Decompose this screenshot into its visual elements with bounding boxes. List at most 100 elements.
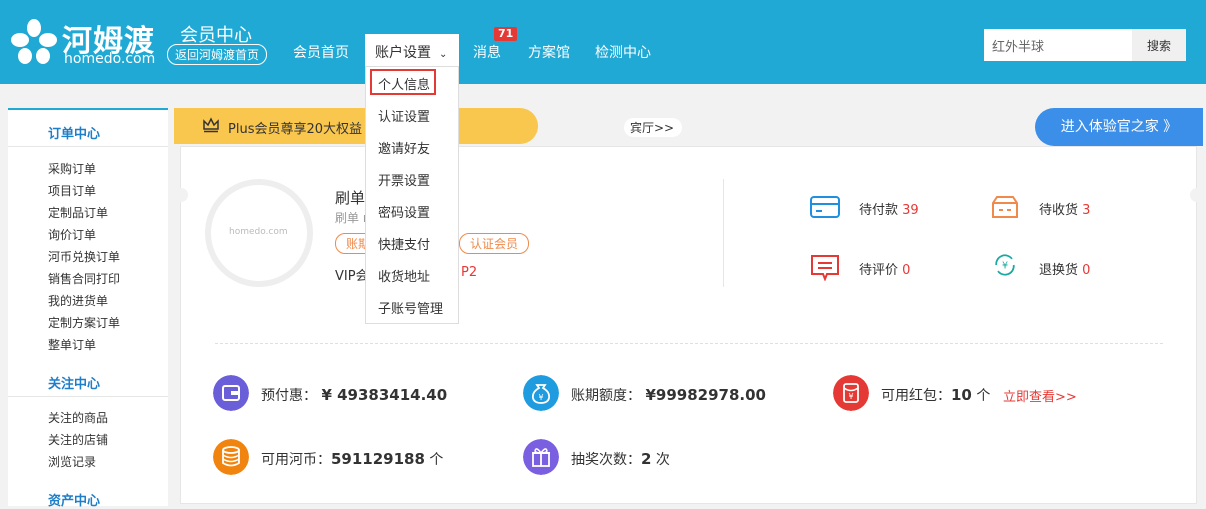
menu-item-certification[interactable]: 认证设置 xyxy=(378,106,430,125)
divider xyxy=(8,396,168,397)
left-sidebar: 订单中心 采购订单 项目订单 定制品订单 询价订单 河币兑换订单 销售合同打印 … xyxy=(8,108,168,509)
prepay-value: ¥ 49383414.40 xyxy=(321,386,448,404)
sidebar-item-contract-print[interactable]: 销售合同打印 xyxy=(48,270,120,287)
menu-item-sub-accounts[interactable]: 子账号管理 xyxy=(378,298,443,317)
back-home-link[interactable]: 返回河姆渡首页 xyxy=(167,44,268,65)
lottery-value: 2 xyxy=(641,450,652,468)
vip-label: VIP会 xyxy=(335,269,369,284)
pending-receipt-label: 待收货 xyxy=(1039,203,1079,218)
card-icon xyxy=(810,196,840,218)
plus-hall-link[interactable]: 宾厅>> xyxy=(624,118,683,137)
divider xyxy=(723,179,724,287)
experience-officer-button[interactable]: 进入体验官之家 》 xyxy=(1035,108,1203,146)
nav-solutions[interactable]: 方案馆 xyxy=(528,42,570,62)
red-packet-label: 可用红包： xyxy=(881,388,951,404)
red-packet-stat: 可用红包：10 个 xyxy=(881,385,990,405)
lottery-stat: 抽奖次数：2 次 xyxy=(571,449,670,469)
coins-label: 可用河币： xyxy=(261,452,331,468)
red-packet-value: 10 xyxy=(951,386,972,404)
pending-review-status[interactable]: 待评价 0 xyxy=(859,259,910,278)
card-notch-right xyxy=(1190,188,1204,202)
pending-receipt-status[interactable]: 待收货 3 xyxy=(1039,199,1090,218)
orders-center-title[interactable]: 订单中心 xyxy=(48,123,100,142)
sidebar-item-purchase-orders[interactable]: 采购订单 xyxy=(48,160,96,177)
menu-item-shipping-address[interactable]: 收货地址 xyxy=(378,266,430,285)
prepay-stat: 预付惠： ¥ 49383414.40 xyxy=(261,385,447,405)
nav-testing-center[interactable]: 检测中心 xyxy=(595,42,651,62)
search-input[interactable] xyxy=(984,29,1132,61)
assets-center-title[interactable]: 资产中心 xyxy=(48,490,100,509)
follow-center-title[interactable]: 关注中心 xyxy=(48,373,100,392)
crown-icon xyxy=(203,117,219,133)
nav-account-label: 账户设置 xyxy=(375,45,431,61)
messages-count-badge: 71 xyxy=(494,27,518,41)
sidebar-item-custom-plan-orders[interactable]: 定制方案订单 xyxy=(48,314,120,331)
divider xyxy=(8,146,168,147)
red-packet-icon: ¥ xyxy=(833,375,869,411)
avatar-placeholder-text: homedo.com xyxy=(229,227,288,237)
pending-review-count: 0 xyxy=(902,263,911,278)
menu-item-personal-info[interactable]: 个人信息 xyxy=(378,74,430,93)
pending-receipt-count: 3 xyxy=(1082,203,1091,218)
sidebar-item-project-orders[interactable]: 项目订单 xyxy=(48,182,96,199)
search-button[interactable]: 搜索 xyxy=(1132,29,1186,61)
sidebar-item-custom-orders[interactable]: 定制品订单 xyxy=(48,204,108,221)
menu-item-quick-pay[interactable]: 快捷支付 xyxy=(378,234,430,253)
coins-icon xyxy=(213,439,249,475)
sidebar-item-followed-products[interactable]: 关注的商品 xyxy=(48,409,108,426)
menu-item-invoice-settings[interactable]: 开票设置 xyxy=(378,170,430,189)
sidebar-item-my-stock-list[interactable]: 我的进货单 xyxy=(48,292,108,309)
sidebar-item-browse-history[interactable]: 浏览记录 xyxy=(48,453,96,470)
user-name: 刷单 xyxy=(335,189,366,207)
red-packet-unit: 个 xyxy=(976,388,991,404)
pending-review-label: 待评价 xyxy=(859,263,899,278)
user-subtitle: 刷单 r xyxy=(335,211,368,225)
svg-text:¥: ¥ xyxy=(1002,261,1008,272)
nav-messages[interactable]: 消息 xyxy=(473,42,501,62)
gift-icon xyxy=(523,439,559,475)
coins-unit: 个 xyxy=(429,452,444,468)
homedo-logo[interactable]: 河姆渡 homedo.com xyxy=(10,18,155,70)
top-header: 河姆渡 homedo.com 会员中心 返回河姆渡首页 会员首页 账户设置 ⌄ 消… xyxy=(0,0,1206,84)
svg-text:¥: ¥ xyxy=(848,392,853,401)
wallet-icon xyxy=(213,375,249,411)
lottery-unit: 次 xyxy=(655,452,670,468)
sidebar-item-inquiry-orders[interactable]: 询价订单 xyxy=(48,226,96,243)
certified-member-tag[interactable]: 认证会员 xyxy=(459,233,530,254)
avatar[interactable]: homedo.com xyxy=(205,179,313,287)
credit-limit-label: 账期额度： xyxy=(571,388,641,404)
menu-item-password[interactable]: 密码设置 xyxy=(378,202,430,221)
prepay-label: 预付惠： xyxy=(261,388,317,404)
lottery-label: 抽奖次数： xyxy=(571,452,641,468)
credit-limit-value: ¥99982978.00 xyxy=(645,386,766,404)
return-exchange-status[interactable]: 退换货 0 xyxy=(1039,259,1090,278)
coins-value: 591129188 xyxy=(331,450,425,468)
nav-member-home[interactable]: 会员首页 xyxy=(293,42,349,62)
refund-exchange-icon: ¥ xyxy=(995,254,1015,276)
credit-limit-stat: 账期额度： ¥99982978.00 xyxy=(571,385,766,405)
plus-banner-text: Plus会员尊享20大权益 xyxy=(228,122,363,137)
coins-stat: 可用河币：591129188 个 xyxy=(261,449,443,469)
plus-member-banner[interactable]: Plus会员尊享20大权益 宾厅>> xyxy=(174,108,683,144)
pending-payment-status[interactable]: 待付款 39 xyxy=(859,199,919,218)
svg-text:¥: ¥ xyxy=(538,393,543,402)
pending-payment-label: 待付款 xyxy=(859,203,899,218)
sidebar-item-coin-exchange-orders[interactable]: 河币兑换订单 xyxy=(48,248,120,265)
account-settings-dropdown: 个人信息 认证设置 邀请好友 开票设置 密码设置 快捷支付 收货地址 子账号管理 xyxy=(365,66,459,324)
money-bag-icon: ¥ xyxy=(523,375,559,411)
member-overview-card: homedo.com 刷单 刷单 r 账期 认证会员 VIP会 P2 待付款 3… xyxy=(180,146,1197,504)
card-notch-left xyxy=(174,188,188,202)
sidebar-item-whole-orders[interactable]: 整单订单 xyxy=(48,336,96,353)
flower-logo-icon xyxy=(11,19,57,64)
pending-payment-count: 39 xyxy=(902,203,919,218)
truck-icon xyxy=(992,196,1018,218)
sidebar-item-followed-shops[interactable]: 关注的店铺 xyxy=(48,431,108,448)
view-red-packets-link[interactable]: 立即查看>> xyxy=(1003,386,1077,405)
return-exchange-label: 退换货 xyxy=(1039,263,1079,278)
chevron-down-icon: ⌄ xyxy=(439,49,448,60)
return-exchange-count: 0 xyxy=(1082,263,1091,278)
divider xyxy=(215,343,1163,344)
menu-item-invite-friends[interactable]: 邀请好友 xyxy=(378,138,430,157)
brand-name-en: homedo.com xyxy=(64,51,156,67)
comment-icon xyxy=(811,255,839,281)
